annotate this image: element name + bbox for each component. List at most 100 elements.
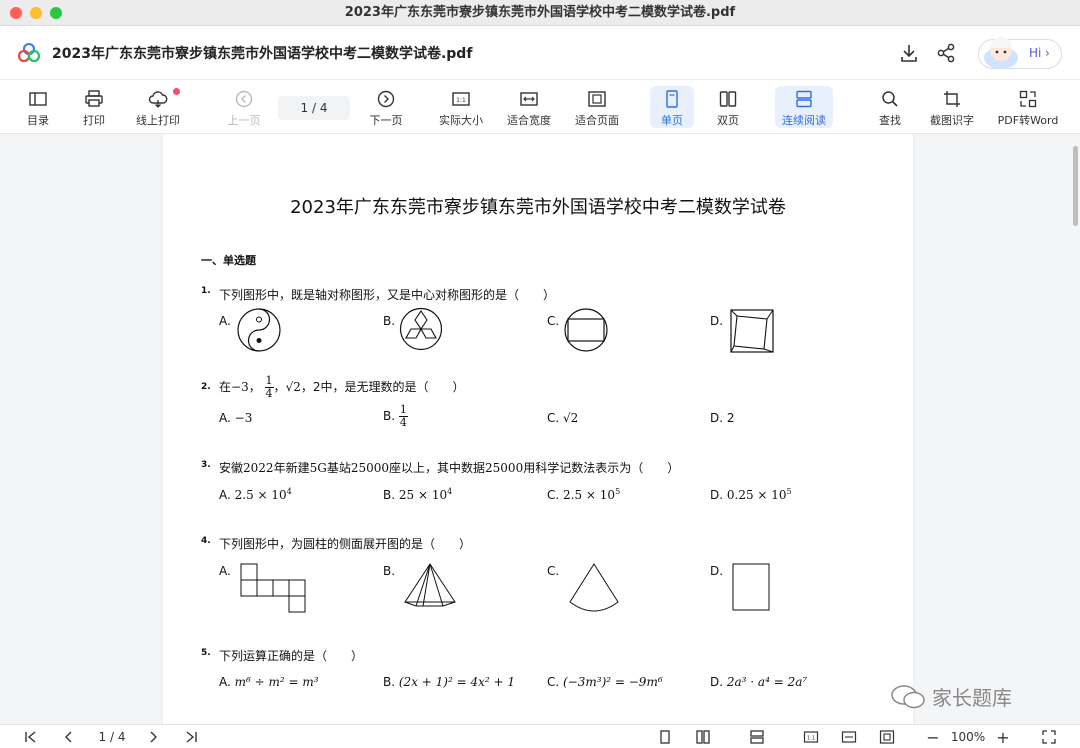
- single-page-button[interactable]: 单页: [650, 86, 694, 128]
- rectangle-figure: [732, 563, 770, 611]
- cube-net-figure: [240, 563, 306, 613]
- double-page-button[interactable]: 双页: [708, 86, 748, 128]
- option-label: C.: [547, 314, 560, 328]
- toc-icon: [29, 92, 47, 106]
- assistant-hi-button[interactable]: Hi ›: [978, 37, 1062, 69]
- zoom-window-button[interactable]: [50, 7, 62, 19]
- ocr-button[interactable]: 截图识字: [926, 86, 978, 128]
- fit-page-icon: [879, 730, 895, 744]
- option-c: C. √2: [547, 411, 579, 425]
- document-title: 2023年广东东莞市寮步镇东莞市外国语学校中考二模数学试卷.pdf: [52, 46, 473, 62]
- find-button[interactable]: 查找: [870, 86, 910, 128]
- window-titlebar: 2023年广东东莞市寮步镇东莞市外国语学校中考二模数学试卷.pdf: [0, 0, 1080, 26]
- first-page-button[interactable]: [22, 729, 40, 745]
- svg-text:1:1: 1:1: [456, 97, 466, 104]
- last-page-button[interactable]: [182, 729, 200, 745]
- minimize-window-button[interactable]: [30, 7, 42, 19]
- exam-title: 2023年广东东莞市寮步镇东莞市外国语学校中考二模数学试卷: [290, 197, 786, 218]
- convert-icon: [1019, 90, 1037, 108]
- first-page-icon: [25, 731, 36, 743]
- option-label: D.: [710, 314, 724, 328]
- app-logo-icon: [18, 43, 40, 63]
- status-bar: 1 / 4 1:1 − 100% +: [0, 724, 1080, 748]
- search-icon: [882, 91, 898, 107]
- arrow-left-circle-icon: [235, 90, 253, 108]
- arrow-right-circle-icon: [377, 90, 395, 108]
- question-number: 3.: [201, 460, 211, 470]
- fullscreen-button[interactable]: [1040, 729, 1058, 745]
- prev-page-small-button[interactable]: [60, 729, 78, 745]
- cloud-print-icon: [148, 91, 168, 108]
- option-b: B. (2x + 1)² = 4x² + 1: [383, 675, 515, 689]
- option-c: C. 2.5 × 105: [547, 487, 621, 502]
- fit-width-small-button[interactable]: [840, 729, 858, 745]
- fit-page-button[interactable]: 适合页面: [572, 86, 622, 128]
- sector-figure: [569, 563, 619, 612]
- prev-page-button[interactable]: 上一页: [224, 86, 264, 128]
- single-page-mode-button[interactable]: [656, 729, 674, 745]
- option-d: D. 2: [710, 411, 735, 425]
- question-text: 安徽2022年新建5G基站25000座以上，其中数据25000用科学记数法表示为…: [219, 461, 680, 475]
- crop-icon: [944, 91, 960, 107]
- document-viewer[interactable]: 2023年广东东莞市寮步镇东莞市外国语学校中考二模数学试卷 一、单选题 1. 下…: [0, 134, 1080, 724]
- option-d: D. 0.25 × 105: [710, 487, 792, 502]
- double-page-mode-button[interactable]: [694, 729, 712, 745]
- single-page-icon: [666, 90, 678, 108]
- cone-figure: [404, 563, 456, 607]
- zoom-out-button[interactable]: −: [926, 728, 940, 747]
- option-label: A.: [219, 314, 231, 328]
- pdf-to-word-button[interactable]: PDF转Word: [994, 86, 1062, 128]
- continuous-read-button[interactable]: 连续阅读: [775, 86, 833, 128]
- mitsubishi-figure: [399, 307, 443, 351]
- zoom-level: 100%: [950, 730, 986, 744]
- print-button[interactable]: 打印: [78, 86, 110, 128]
- question-number: 1.: [201, 286, 211, 296]
- option-label: C.: [547, 564, 560, 578]
- vertical-scrollbar[interactable]: [1073, 146, 1078, 226]
- option-label: D.: [710, 564, 724, 578]
- fit-width-button[interactable]: 适合宽度: [504, 86, 554, 128]
- assistant-avatar-icon: [984, 37, 1018, 69]
- option-a: A. 2.5 × 104: [219, 487, 292, 502]
- download-icon[interactable]: [898, 42, 920, 64]
- close-window-button[interactable]: [10, 7, 22, 19]
- last-page-icon: [186, 731, 197, 743]
- fit-width-icon: [841, 731, 857, 743]
- circle-rectangle-figure: [564, 308, 608, 352]
- next-page-button[interactable]: 下一页: [366, 86, 406, 128]
- question-text: 在−3， 1 4 ，√2，2中，是无理数的是（ ）: [219, 374, 465, 400]
- continuous-mode-button[interactable]: [748, 729, 766, 745]
- question-text: 下列图形中，为圆柱的侧面展开图的是（ ）: [219, 537, 472, 551]
- next-page-small-button[interactable]: [144, 729, 162, 745]
- option-label: B.: [383, 564, 396, 578]
- option-label: A.: [219, 564, 231, 578]
- chevron-right-icon: [150, 731, 157, 743]
- question-text: 下列运算正确的是（ ）: [219, 649, 364, 663]
- question-number: 4.: [201, 536, 211, 546]
- zoom-in-button[interactable]: +: [996, 728, 1010, 747]
- status-page-indicator[interactable]: 1 / 4: [90, 729, 134, 745]
- share-icon[interactable]: [935, 42, 957, 64]
- continuous-read-icon: [796, 90, 812, 108]
- option-b: B. 25 × 104: [383, 487, 453, 502]
- option-a: A. −3: [219, 411, 253, 425]
- svg-text:1:1: 1:1: [807, 736, 815, 742]
- yin-yang-figure: [237, 308, 281, 352]
- fit-page-small-button[interactable]: [878, 729, 896, 745]
- chevron-left-icon: [65, 731, 72, 743]
- actual-size-icon: 1:1: [803, 731, 819, 743]
- traffic-lights: [10, 7, 62, 19]
- square-pinwheel-figure: [730, 309, 774, 353]
- page-indicator[interactable]: 1 / 4: [278, 96, 350, 120]
- main-toolbar: 目录 打印 线上打印 上一页 1 / 4 下一页 1:1 实际大小 适合宽度 适…: [0, 80, 1080, 134]
- pdf-page: 2023年广东东莞市寮步镇东莞市外国语学校中考二模数学试卷 一、单选题 1. 下…: [163, 134, 913, 724]
- actual-size-button[interactable]: 1:1 实际大小: [436, 86, 486, 128]
- option-a: A. m⁶ ÷ m² = m³: [219, 675, 319, 689]
- option-b: B. 14: [383, 403, 408, 429]
- hi-label: Hi: [1029, 46, 1042, 60]
- toc-button[interactable]: 目录: [22, 86, 54, 128]
- actual-size-small-button[interactable]: 1:1: [802, 729, 820, 745]
- section-heading: 一、单选题: [201, 254, 256, 267]
- continuous-read-icon: [750, 730, 764, 744]
- double-page-icon: [696, 730, 710, 744]
